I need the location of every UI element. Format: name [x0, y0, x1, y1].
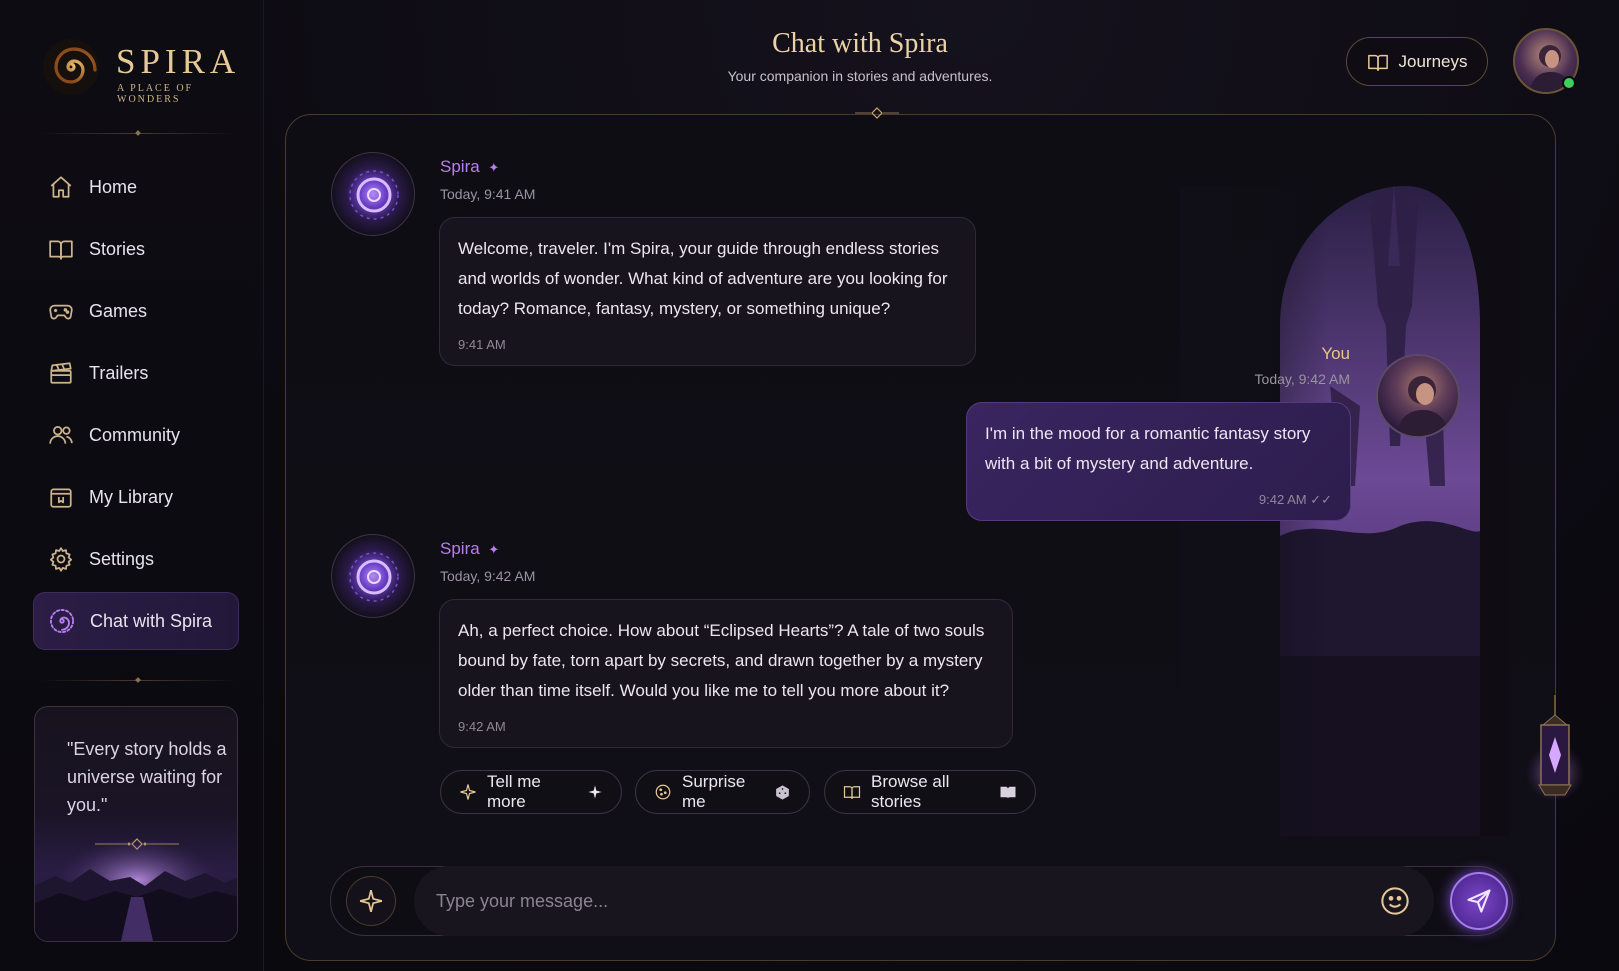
spira-avatar: [331, 534, 415, 618]
brand-logo[interactable]: SPIRA A PLACE OF WONDERS: [40, 36, 250, 105]
message-timestamp: Today, 9:42 AM: [1254, 371, 1350, 387]
chip-label: Tell me more: [487, 772, 541, 811]
home-icon: [47, 173, 75, 201]
quick-reply-surprise-me[interactable]: Surprise me: [635, 770, 810, 814]
sparkle-icon: ✦: [488, 542, 500, 557]
app-root: SPIRA A PLACE OF WONDERS Home Stories Ga…: [0, 0, 1619, 971]
spira-avatar: [331, 152, 415, 236]
sidebar-item-community[interactable]: Community: [33, 406, 239, 464]
read-receipt-icon: ✓✓: [1310, 492, 1332, 507]
sidebar-item-home[interactable]: Home: [33, 158, 239, 216]
user-message-avatar: [1376, 354, 1460, 438]
sidebar: SPIRA A PLACE OF WONDERS Home Stories Ga…: [0, 0, 264, 971]
brand-name: SPIRA: [116, 42, 241, 81]
message-bubble: Welcome, traveler. I'm Spira, your guide…: [439, 217, 976, 366]
book-icon: [999, 783, 1017, 801]
book-icon: [47, 235, 75, 263]
sidebar-item-games[interactable]: Games: [33, 282, 239, 340]
sidebar-item-label: My Library: [89, 486, 174, 507]
library-icon: [47, 483, 75, 511]
journeys-button[interactable]: Journeys: [1346, 37, 1488, 86]
sidebar-divider: [40, 677, 236, 683]
sidebar-item-settings[interactable]: Settings: [33, 530, 239, 588]
sidebar-nav: Home Stories Games Trailers Community My…: [33, 158, 239, 654]
page-subtitle: Your companion in stories and adventures…: [727, 68, 993, 84]
users-icon: [47, 421, 75, 449]
message-text: Ah, a perfect choice. How about “Eclipse…: [458, 621, 985, 700]
magic-button[interactable]: [346, 876, 396, 926]
quote-text: "Every story holds a universe waiting fo…: [67, 739, 227, 815]
send-button[interactable]: [1450, 872, 1508, 930]
journeys-label: Journeys: [1398, 51, 1468, 71]
clapperboard-icon: [47, 359, 75, 387]
sidebar-item-label: Games: [89, 300, 148, 321]
message-text: I'm in the mood for a romantic fantasy s…: [985, 424, 1311, 473]
gear-icon: [47, 545, 75, 573]
message-time: 9:42 AM ✓✓: [1258, 492, 1332, 507]
sidebar-item-label: Stories: [89, 238, 146, 259]
message-text: Welcome, traveler. I'm Spira, your guide…: [458, 239, 948, 318]
user-portrait: [1396, 376, 1450, 436]
page-title: Chat with Spira: [772, 28, 948, 59]
sidebar-item-label: Chat with Spira: [90, 610, 213, 631]
emoji-button[interactable]: [1379, 885, 1411, 917]
online-status-indicator: [1562, 76, 1576, 90]
message-time: 9:42 AM: [458, 719, 506, 734]
message-timestamp: Today, 9:42 AM: [440, 568, 536, 584]
message-bubble: Ah, a perfect choice. How about “Eclipse…: [439, 599, 1013, 748]
spiral-logo-icon: [43, 39, 99, 95]
quick-reply-browse-all-stories[interactable]: Browse all stories: [824, 770, 1036, 814]
sidebar-item-stories[interactable]: Stories: [33, 220, 239, 278]
lantern-icon: [1525, 695, 1585, 800]
chip-label: Browse all stories: [871, 772, 950, 811]
gamepad-icon: [47, 297, 75, 325]
spiral-icon: [48, 607, 76, 635]
message-sender: You: [1321, 344, 1350, 363]
book-open-icon: [843, 783, 861, 801]
message-time: 9:41 AM: [458, 337, 506, 352]
spira-orb-icon: [349, 170, 399, 220]
quote-card: "Every story holds a universe waiting fo…: [34, 706, 238, 942]
sidebar-item-label: Community: [89, 424, 181, 445]
send-icon: [1467, 889, 1491, 913]
message-sender: Spira ✦: [440, 539, 500, 558]
sidebar-item-trailers[interactable]: Trailers: [33, 344, 239, 402]
cookie-icon: [654, 783, 672, 801]
book-open-icon: [1367, 54, 1388, 71]
message-input[interactable]: [414, 866, 1434, 936]
sidebar-item-my-library[interactable]: My Library: [33, 468, 239, 526]
sidebar-item-label: Home: [89, 176, 138, 197]
smiley-icon: [1381, 887, 1409, 915]
sidebar-item-label: Settings: [89, 548, 155, 569]
sidebar-item-label: Trailers: [89, 362, 149, 383]
sparkle-icon: [587, 784, 603, 800]
spira-orb-icon: [349, 552, 399, 602]
sparkle-icon: ✦: [488, 160, 500, 175]
message-timestamp: Today, 9:41 AM: [440, 186, 536, 202]
chip-label: Surprise me: [682, 772, 746, 811]
message-sender: Spira ✦: [440, 157, 500, 176]
brand-tagline: A PLACE OF WONDERS: [117, 83, 194, 105]
sidebar-item-chat-with-spira[interactable]: Chat with Spira: [33, 592, 239, 650]
message-bubble-user: I'm in the mood for a romantic fantasy s…: [966, 402, 1351, 521]
landscape-illustration: [35, 831, 237, 941]
sparkle-icon: [359, 889, 383, 913]
panel-ornament-icon: [855, 107, 899, 119]
quick-reply-tell-me-more[interactable]: Tell me more: [440, 770, 622, 814]
sidebar-divider: [40, 130, 236, 136]
sparkle-outline-icon: [459, 783, 477, 801]
dice-icon: [774, 784, 791, 801]
